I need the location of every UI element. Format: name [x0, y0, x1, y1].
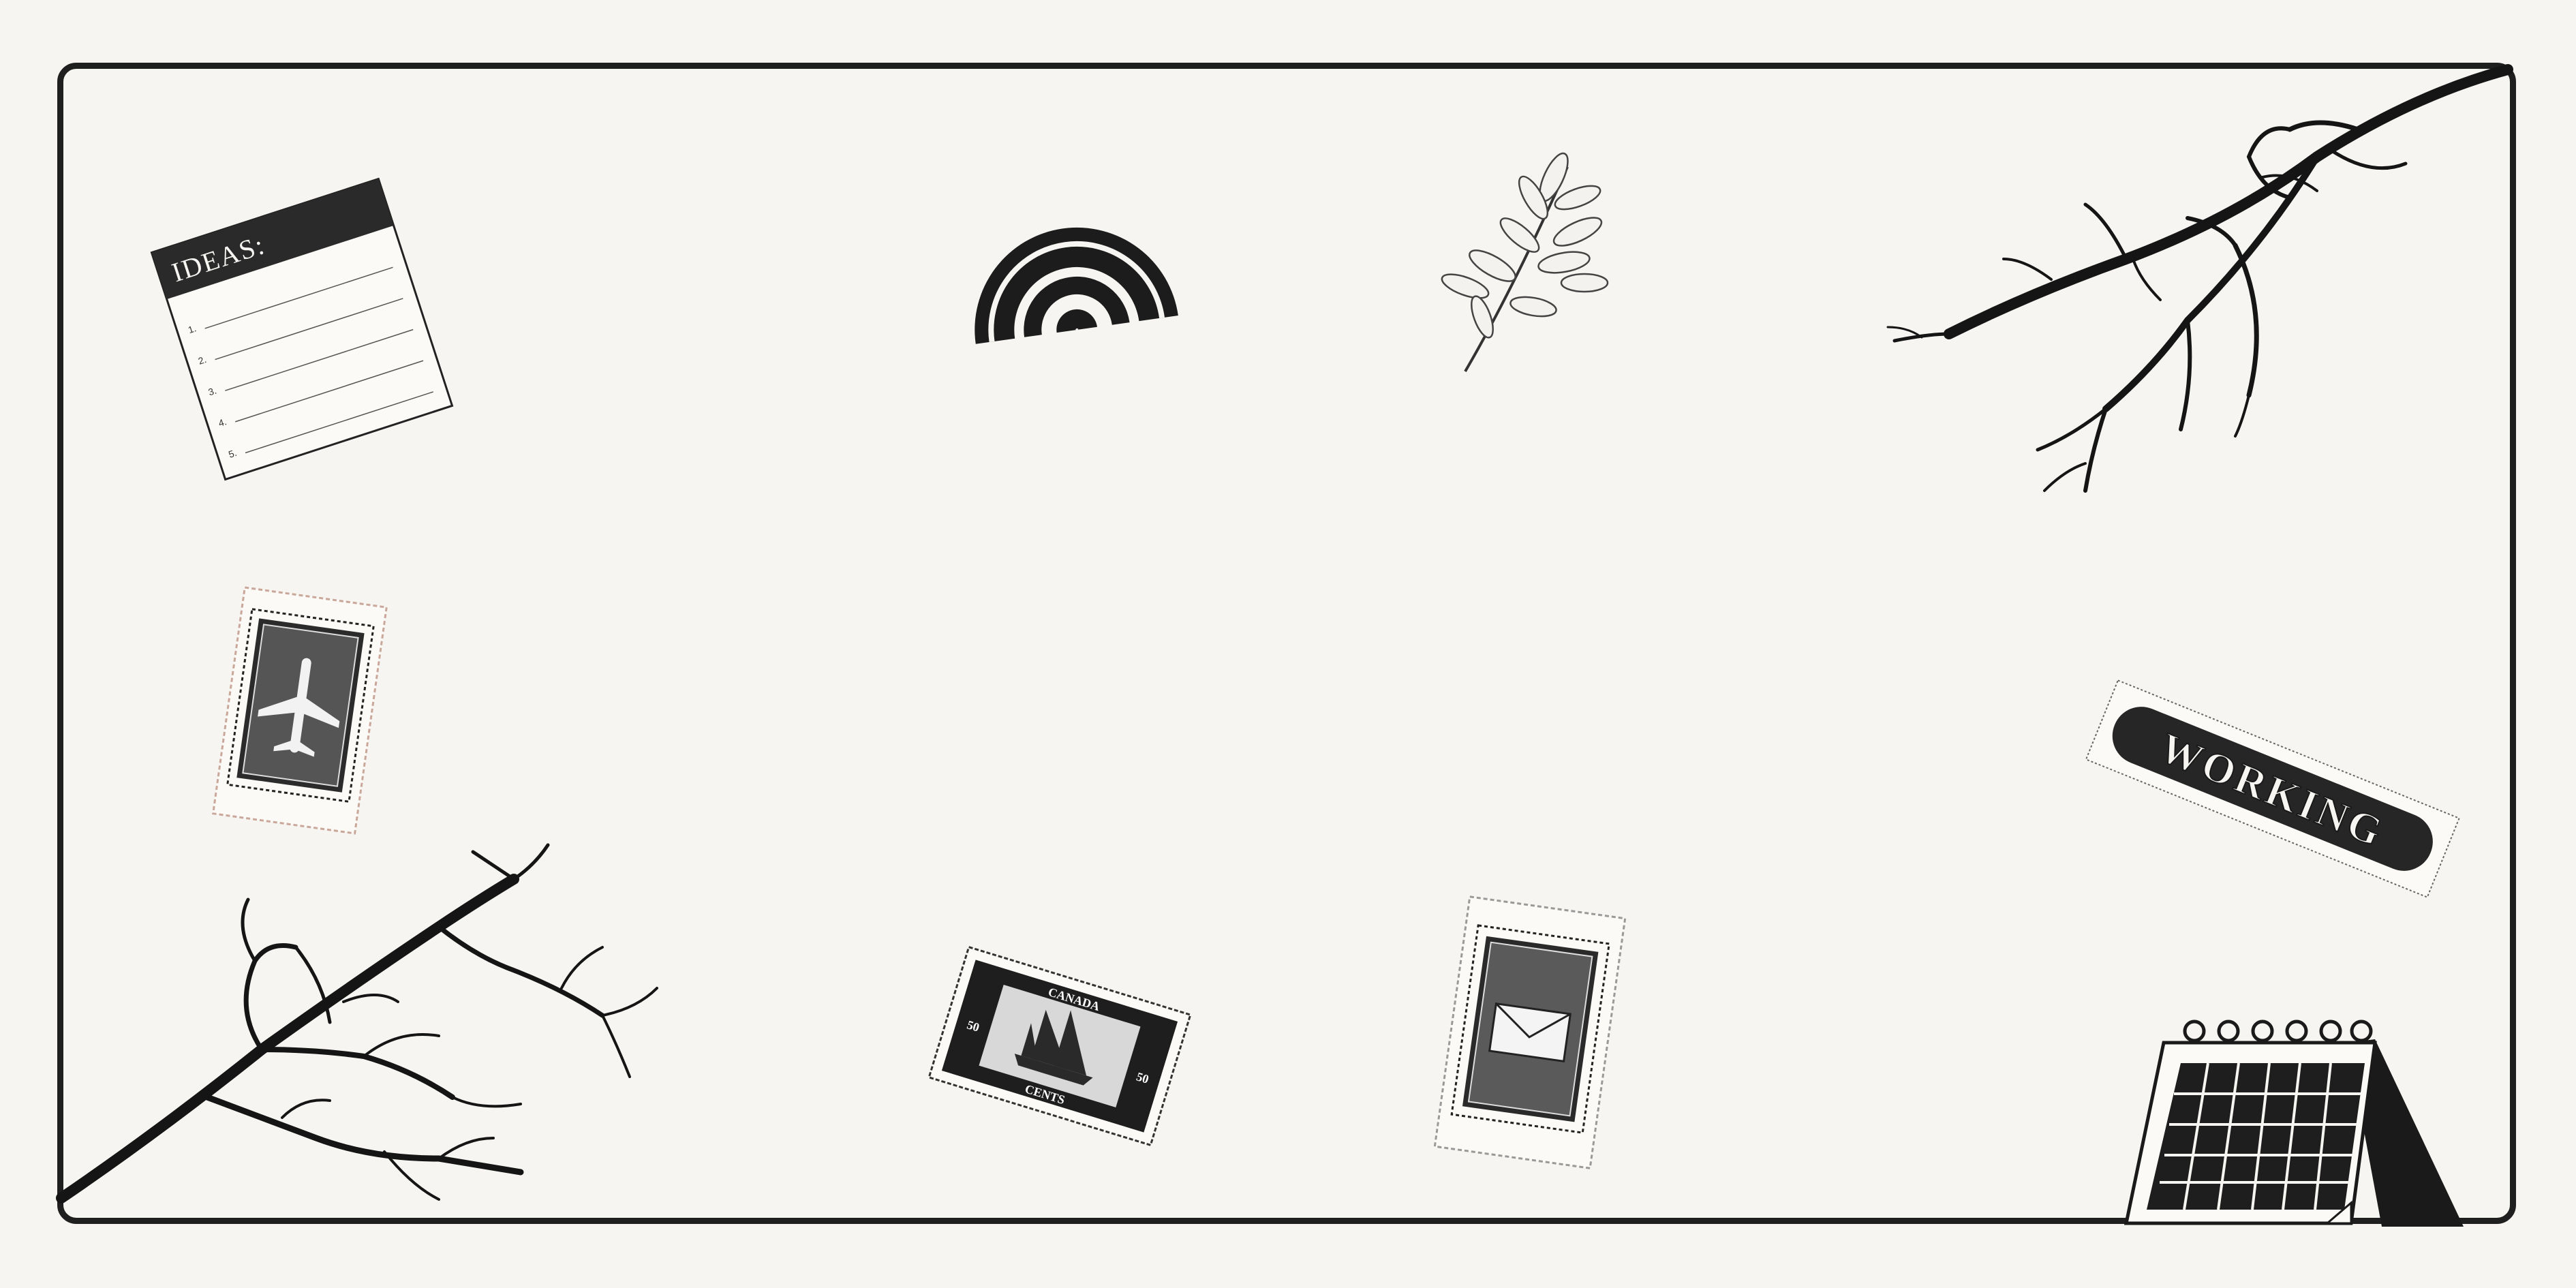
branch-bottom-left-icon: [56, 843, 671, 1227]
calendar-icon: [2123, 1012, 2464, 1230]
rainbow-icon: [951, 153, 1182, 344]
branch-top-right-icon: [1881, 55, 2521, 504]
ideas-note: IDEAS: 1. 2. 3. 4. 5.: [150, 177, 454, 481]
envelope-stamp-icon: [1424, 893, 1636, 1172]
working-bandage: WORKING: [2079, 671, 2467, 906]
leaf-sprig-icon: [1417, 147, 1622, 378]
airplane-stamp-icon: [204, 583, 395, 838]
canada-ship-stamp: CANADA 50 50 CENTS: [923, 930, 1196, 1162]
